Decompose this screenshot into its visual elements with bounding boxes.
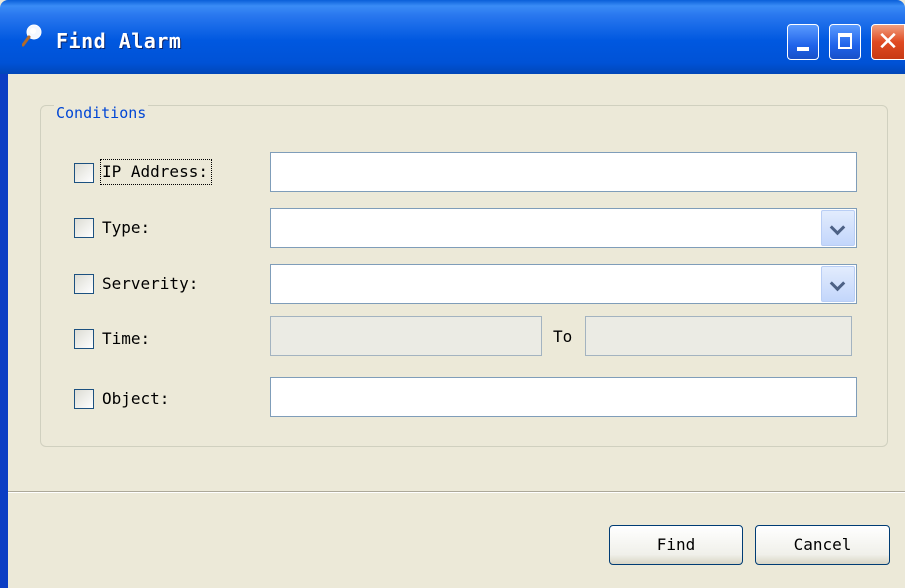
window-frame xyxy=(0,74,8,588)
maximize-icon xyxy=(838,33,852,49)
close-icon: ✕ xyxy=(877,27,899,57)
ip-address-input[interactable] xyxy=(270,152,857,192)
maximize-button[interactable] xyxy=(829,24,861,60)
object-checkbox[interactable] xyxy=(74,389,94,409)
find-alarm-dialog: Find Alarm ✕ Conditions IP Address: Type… xyxy=(0,0,905,588)
minimize-button[interactable] xyxy=(787,24,819,60)
severity-checkbox[interactable] xyxy=(74,274,94,294)
cancel-button[interactable]: Cancel xyxy=(755,525,890,565)
magnifier-icon xyxy=(22,24,42,47)
type-label[interactable]: Type: xyxy=(102,217,150,239)
window-title: Find Alarm xyxy=(56,29,182,53)
conditions-group-title: Conditions xyxy=(54,103,149,123)
title-bar[interactable]: Find Alarm ✕ xyxy=(0,0,905,74)
minimize-icon xyxy=(797,47,809,51)
find-button[interactable]: Find xyxy=(609,525,743,565)
object-input[interactable] xyxy=(270,377,857,417)
object-label[interactable]: Object: xyxy=(102,388,169,410)
time-from-input[interactable] xyxy=(270,316,542,356)
time-checkbox[interactable] xyxy=(74,329,94,349)
time-to-label: To xyxy=(553,327,573,346)
time-to-input[interactable] xyxy=(585,316,852,356)
severity-label[interactable]: Serverity: xyxy=(102,273,198,295)
type-checkbox[interactable] xyxy=(74,218,94,238)
chevron-down-icon[interactable] xyxy=(821,210,855,246)
close-button[interactable]: ✕ xyxy=(871,24,905,60)
ip-address-checkbox[interactable] xyxy=(74,163,94,183)
severity-select[interactable] xyxy=(270,264,857,304)
separator-highlight xyxy=(8,492,905,493)
chevron-down-icon[interactable] xyxy=(821,266,855,302)
type-select[interactable] xyxy=(270,208,857,248)
time-label[interactable]: Time: xyxy=(102,328,150,350)
ip-address-label[interactable]: IP Address: xyxy=(100,159,212,185)
